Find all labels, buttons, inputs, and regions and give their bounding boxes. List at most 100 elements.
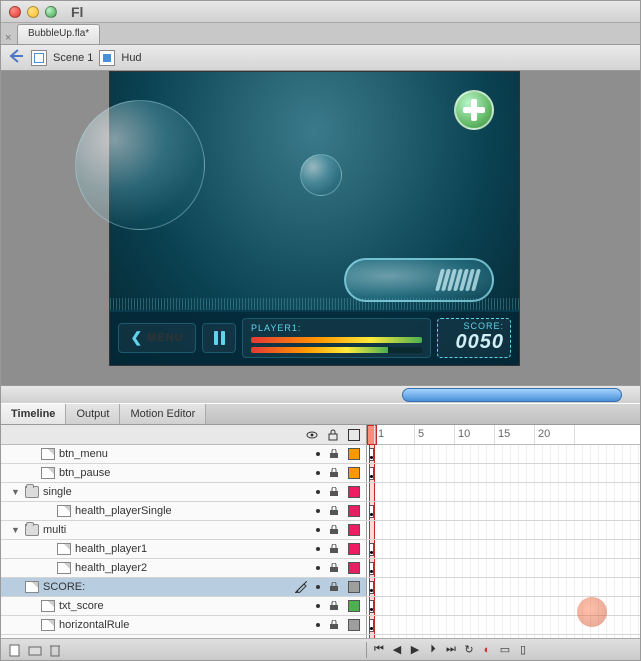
visibility-dot[interactable] xyxy=(316,604,320,608)
play-button[interactable]: ▶ xyxy=(407,642,423,658)
visibility-dot[interactable] xyxy=(316,452,320,456)
layer-name[interactable]: health_playerSingle xyxy=(75,505,172,517)
lock-icon[interactable] xyxy=(329,544,339,554)
zoom-window-button[interactable] xyxy=(45,6,57,18)
layer-name[interactable]: btn_pause xyxy=(59,467,110,479)
onion-skin-button[interactable]: ◐ xyxy=(479,642,495,658)
close-tab-icon[interactable]: × xyxy=(5,32,13,44)
next-frame-button[interactable]: ⏵ xyxy=(425,642,441,658)
visibility-dot[interactable] xyxy=(316,528,320,532)
lock-icon[interactable] xyxy=(329,468,339,478)
color-swatch[interactable] xyxy=(348,467,360,479)
visibility-dot[interactable] xyxy=(316,566,320,570)
frame-track[interactable] xyxy=(366,578,640,596)
delete-layer-button[interactable] xyxy=(47,642,63,658)
keyframe[interactable] xyxy=(369,581,374,594)
layer-name[interactable]: horizontalRule xyxy=(59,619,129,631)
keyframe[interactable] xyxy=(369,562,374,575)
keyframe[interactable] xyxy=(369,505,374,518)
frame-track[interactable] xyxy=(366,540,640,558)
prev-frame-button[interactable]: ◀ xyxy=(389,642,405,658)
stage-area[interactable]: ❮ MENU PLAYER1: SCORE: 0050 xyxy=(1,71,640,403)
color-swatch[interactable] xyxy=(348,581,360,593)
keyframe[interactable] xyxy=(369,600,374,613)
visibility-dot[interactable] xyxy=(316,490,320,494)
layer-row[interactable]: horizontalRule xyxy=(1,616,640,635)
tab-motion-editor[interactable]: Motion Editor xyxy=(120,404,206,424)
color-swatch[interactable] xyxy=(348,524,360,536)
lock-icon[interactable] xyxy=(329,601,339,611)
layer-name[interactable]: txt_score xyxy=(59,600,104,612)
frame-track[interactable] xyxy=(366,464,640,482)
lock-icon[interactable] xyxy=(329,620,339,630)
color-swatch[interactable] xyxy=(348,448,360,460)
document-tab[interactable]: BubbleUp.fla* xyxy=(17,24,100,44)
horizontal-scrollbar[interactable] xyxy=(1,385,640,403)
lock-icon[interactable] xyxy=(329,525,339,535)
menu-button[interactable]: ❮ MENU xyxy=(118,323,196,353)
back-arrow-icon[interactable] xyxy=(7,47,25,68)
new-layer-button[interactable] xyxy=(7,642,23,658)
keyframe[interactable] xyxy=(369,543,374,556)
loop-button[interactable]: ↻ xyxy=(461,642,477,658)
frame-track[interactable] xyxy=(366,502,640,520)
visibility-dot[interactable] xyxy=(316,471,320,475)
lock-icon[interactable] xyxy=(329,582,339,592)
lock-icon[interactable] xyxy=(329,449,339,459)
close-window-button[interactable] xyxy=(9,6,21,18)
layer-row[interactable]: btn_menu xyxy=(1,445,640,464)
tab-timeline[interactable]: Timeline xyxy=(1,404,66,424)
frame-ruler[interactable]: 1 5 10 15 20 xyxy=(366,425,640,444)
new-folder-button[interactable] xyxy=(27,642,43,658)
layer-row[interactable]: ▼ single xyxy=(1,483,640,502)
outline-icon[interactable] xyxy=(348,429,360,441)
lock-icon[interactable] xyxy=(329,563,339,573)
layer-name[interactable]: health_player1 xyxy=(75,543,147,555)
visibility-dot[interactable] xyxy=(316,547,320,551)
fold-toggle[interactable]: ▼ xyxy=(11,525,21,535)
layer-row[interactable]: health_playerSingle xyxy=(1,502,640,521)
layer-name[interactable]: single xyxy=(43,486,72,498)
layer-name[interactable]: btn_menu xyxy=(59,448,108,460)
frame-track[interactable] xyxy=(366,635,640,638)
color-swatch[interactable] xyxy=(348,600,360,612)
color-swatch[interactable] xyxy=(348,562,360,574)
pause-button[interactable] xyxy=(202,323,236,353)
onion-skin-outlines-button[interactable]: ▭ xyxy=(497,642,513,658)
layer-name[interactable]: health_player2 xyxy=(75,562,147,574)
visibility-dot[interactable] xyxy=(316,623,320,627)
keyframe[interactable] xyxy=(369,619,374,632)
layer-row[interactable]: txt_score xyxy=(1,597,640,616)
lock-icon[interactable] xyxy=(327,429,339,441)
layer-row[interactable]: ▼ multi xyxy=(1,521,640,540)
keyframe[interactable] xyxy=(369,467,374,480)
layer-row[interactable]: btn_pause xyxy=(1,464,640,483)
minimize-window-button[interactable] xyxy=(27,6,39,18)
layer-row[interactable]: health_player2 xyxy=(1,559,640,578)
visibility-dot[interactable] xyxy=(316,585,320,589)
breadcrumb-symbol[interactable]: Hud xyxy=(121,52,141,64)
stage-canvas[interactable]: ❮ MENU PLAYER1: SCORE: 0050 xyxy=(109,71,520,366)
keyframe[interactable] xyxy=(369,448,374,461)
last-frame-button[interactable]: ⏭ xyxy=(443,642,459,658)
eye-icon[interactable] xyxy=(306,429,318,441)
fold-toggle[interactable]: ▼ xyxy=(11,487,21,497)
frame-track[interactable] xyxy=(366,445,640,463)
breadcrumb-scene[interactable]: Scene 1 xyxy=(53,52,93,64)
layer-name[interactable]: multi xyxy=(43,524,66,536)
color-swatch[interactable] xyxy=(348,543,360,555)
frame-track[interactable] xyxy=(366,597,640,615)
layer-list[interactable]: btn_menu btn_pause ▼ singlehealth_playerSin… xyxy=(1,445,640,638)
lock-icon[interactable] xyxy=(329,487,339,497)
layer-row[interactable]: health_player1 xyxy=(1,540,640,559)
color-swatch[interactable] xyxy=(348,505,360,517)
lock-icon[interactable] xyxy=(329,506,339,516)
frame-track[interactable] xyxy=(366,521,640,539)
edit-multiple-frames-button[interactable]: ▯ xyxy=(515,642,531,658)
tab-output[interactable]: Output xyxy=(66,404,120,424)
frame-track[interactable] xyxy=(366,559,640,577)
first-frame-button[interactable]: ⏮ xyxy=(371,642,387,658)
color-swatch[interactable] xyxy=(348,486,360,498)
layer-name[interactable]: SCORE: xyxy=(43,581,85,593)
color-swatch[interactable] xyxy=(348,619,360,631)
